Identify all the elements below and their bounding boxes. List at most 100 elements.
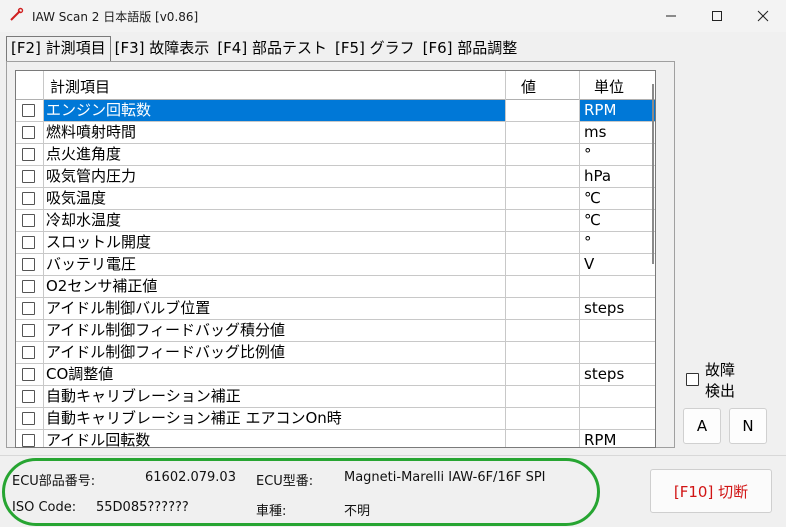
row-checkbox[interactable] xyxy=(22,214,35,227)
table-row[interactable]: バッテリ電圧 V xyxy=(16,254,655,276)
table-body: エンジン回転数 RPM 燃料噴射時間 ms 点火進角度 ° 吸気管内圧力 hPa 吸気温度 ℃ 冷却… xyxy=(16,100,655,448)
row-item-name: CO調整値 xyxy=(46,365,114,383)
row-checkbox[interactable] xyxy=(22,412,35,425)
table-row[interactable]: 吸気管内圧力 hPa xyxy=(16,166,655,188)
row-unit: ° xyxy=(584,233,592,251)
table-row[interactable]: アイドル制御フィードバッグ積分値 xyxy=(16,320,655,342)
minimize-button[interactable] xyxy=(648,0,694,32)
row-checkbox[interactable] xyxy=(22,302,35,315)
row-item-name: 吸気管内圧力 xyxy=(46,167,137,185)
ecu-model-label: ECU型番: xyxy=(256,474,314,489)
iso-code-value: 55D085?????? xyxy=(96,500,189,515)
row-checkbox[interactable] xyxy=(22,236,35,249)
row-checkbox[interactable] xyxy=(22,324,35,337)
header-item[interactable]: 計測項目 xyxy=(50,76,110,97)
n-button[interactable]: N xyxy=(729,408,767,444)
row-value xyxy=(506,298,578,319)
measurement-table: 計測項目 値 単位 エンジン回転数 RPM 燃料噴射時間 ms 点火進角度 ° 吸気管内圧力… xyxy=(15,70,656,448)
table-row[interactable]: 自動キャリブレーション補正 エアコンOn時 xyxy=(16,408,655,430)
row-unit: hPa xyxy=(584,167,612,185)
fault-detect-label-line2: 検出 xyxy=(705,382,736,400)
row-item-name: アイドル制御バルブ位置 xyxy=(46,299,211,317)
row-item-name: 燃料噴射時間 xyxy=(46,123,137,141)
row-checkbox[interactable] xyxy=(22,280,35,293)
minimize-icon xyxy=(666,15,676,17)
table-row[interactable]: スロットル開度 ° xyxy=(16,232,655,254)
header-value[interactable]: 値 xyxy=(521,76,536,97)
title-bar: IAW Scan 2 日本語版 [v0.86] xyxy=(0,0,786,32)
measurement-panel: 計測項目 値 単位 エンジン回転数 RPM 燃料噴射時間 ms 点火進角度 ° 吸気管内圧力… xyxy=(6,61,675,448)
row-checkbox[interactable] xyxy=(22,346,35,359)
highlight-oval xyxy=(2,458,600,526)
row-checkbox[interactable] xyxy=(22,434,35,447)
table-row[interactable]: O2センサ補正値 xyxy=(16,276,655,298)
row-checkbox[interactable] xyxy=(22,192,35,205)
row-value xyxy=(506,100,578,121)
table-row[interactable]: CO調整値 steps xyxy=(16,364,655,386)
tab-fault-display[interactable]: [F3] 故障表示 xyxy=(111,37,214,59)
row-unit: ° xyxy=(584,145,592,163)
row-value xyxy=(506,210,578,231)
scrollbar-thumb[interactable] xyxy=(652,84,654,264)
ecu-part-value: 61602.079.03 xyxy=(145,470,236,485)
row-item-name: バッテリ電圧 xyxy=(46,255,137,273)
table-row[interactable]: 吸気温度 ℃ xyxy=(16,188,655,210)
row-unit: RPM xyxy=(584,431,617,448)
disconnect-button[interactable]: [F10] 切断 xyxy=(650,469,772,513)
close-icon xyxy=(757,10,769,22)
row-value xyxy=(506,386,578,407)
column-divider xyxy=(505,71,506,447)
table-header: 計測項目 値 単位 xyxy=(16,71,655,100)
tab-parts-test[interactable]: [F4] 部品テスト xyxy=(213,37,331,59)
header-unit[interactable]: 単位 xyxy=(594,76,624,97)
row-value xyxy=(506,166,578,187)
fault-detect-box[interactable] xyxy=(686,373,699,386)
row-value xyxy=(506,342,578,363)
row-value xyxy=(506,408,578,429)
row-unit: ℃ xyxy=(584,189,601,207)
row-item-name: 冷却水温度 xyxy=(46,211,122,229)
row-item-name: スロットル開度 xyxy=(46,233,152,251)
row-item-name: 吸気温度 xyxy=(46,189,107,207)
table-row[interactable]: 自動キャリブレーション補正 xyxy=(16,386,655,408)
row-unit xyxy=(580,342,655,363)
column-divider xyxy=(43,71,44,447)
tab-strip: [F2] 計測項目 [F3] 故障表示 [F4] 部品テスト [F5] グラフ … xyxy=(6,36,522,61)
row-unit: steps xyxy=(584,365,625,383)
row-checkbox[interactable] xyxy=(22,126,35,139)
table-row[interactable]: アイドル制御フィードバッグ比例値 xyxy=(16,342,655,364)
row-checkbox[interactable] xyxy=(22,104,35,117)
vertical-scrollbar[interactable] xyxy=(650,70,656,446)
row-unit xyxy=(580,408,655,429)
row-unit xyxy=(580,320,655,341)
row-item-name: O2センサ補正値 xyxy=(46,277,158,295)
row-item-name: 自動キャリブレーション補正 エアコンOn時 xyxy=(46,409,342,427)
tab-graph[interactable]: [F5] グラフ xyxy=(331,37,419,59)
table-row[interactable]: アイドル回転数 RPM xyxy=(16,430,655,448)
row-unit xyxy=(580,276,655,297)
row-checkbox[interactable] xyxy=(22,368,35,381)
tab-measurement[interactable]: [F2] 計測項目 xyxy=(6,36,111,61)
row-value xyxy=(506,254,578,275)
row-value xyxy=(506,188,578,209)
row-item-name: エンジン回転数 xyxy=(44,100,505,121)
fault-detect-label: 故障 検出 xyxy=(705,360,745,402)
row-value xyxy=(506,430,578,447)
row-value xyxy=(506,276,578,297)
row-checkbox[interactable] xyxy=(22,390,35,403)
table-row[interactable]: 冷却水温度 ℃ xyxy=(16,210,655,232)
row-checkbox[interactable] xyxy=(22,258,35,271)
row-checkbox[interactable] xyxy=(22,148,35,161)
tab-parts-adjust[interactable]: [F6] 部品調整 xyxy=(419,37,522,59)
a-button[interactable]: A xyxy=(683,408,721,444)
table-row[interactable]: エンジン回転数 RPM xyxy=(16,100,655,122)
maximize-button[interactable] xyxy=(694,0,740,32)
row-checkbox[interactable] xyxy=(22,170,35,183)
table-row[interactable]: 燃料噴射時間 ms xyxy=(16,122,655,144)
row-unit: ℃ xyxy=(584,211,601,229)
row-item-name: アイドル回転数 xyxy=(46,431,151,448)
close-button[interactable] xyxy=(740,0,786,32)
table-row[interactable]: 点火進角度 ° xyxy=(16,144,655,166)
table-row[interactable]: アイドル制御バルブ位置 steps xyxy=(16,298,655,320)
row-unit: ms xyxy=(584,123,607,141)
